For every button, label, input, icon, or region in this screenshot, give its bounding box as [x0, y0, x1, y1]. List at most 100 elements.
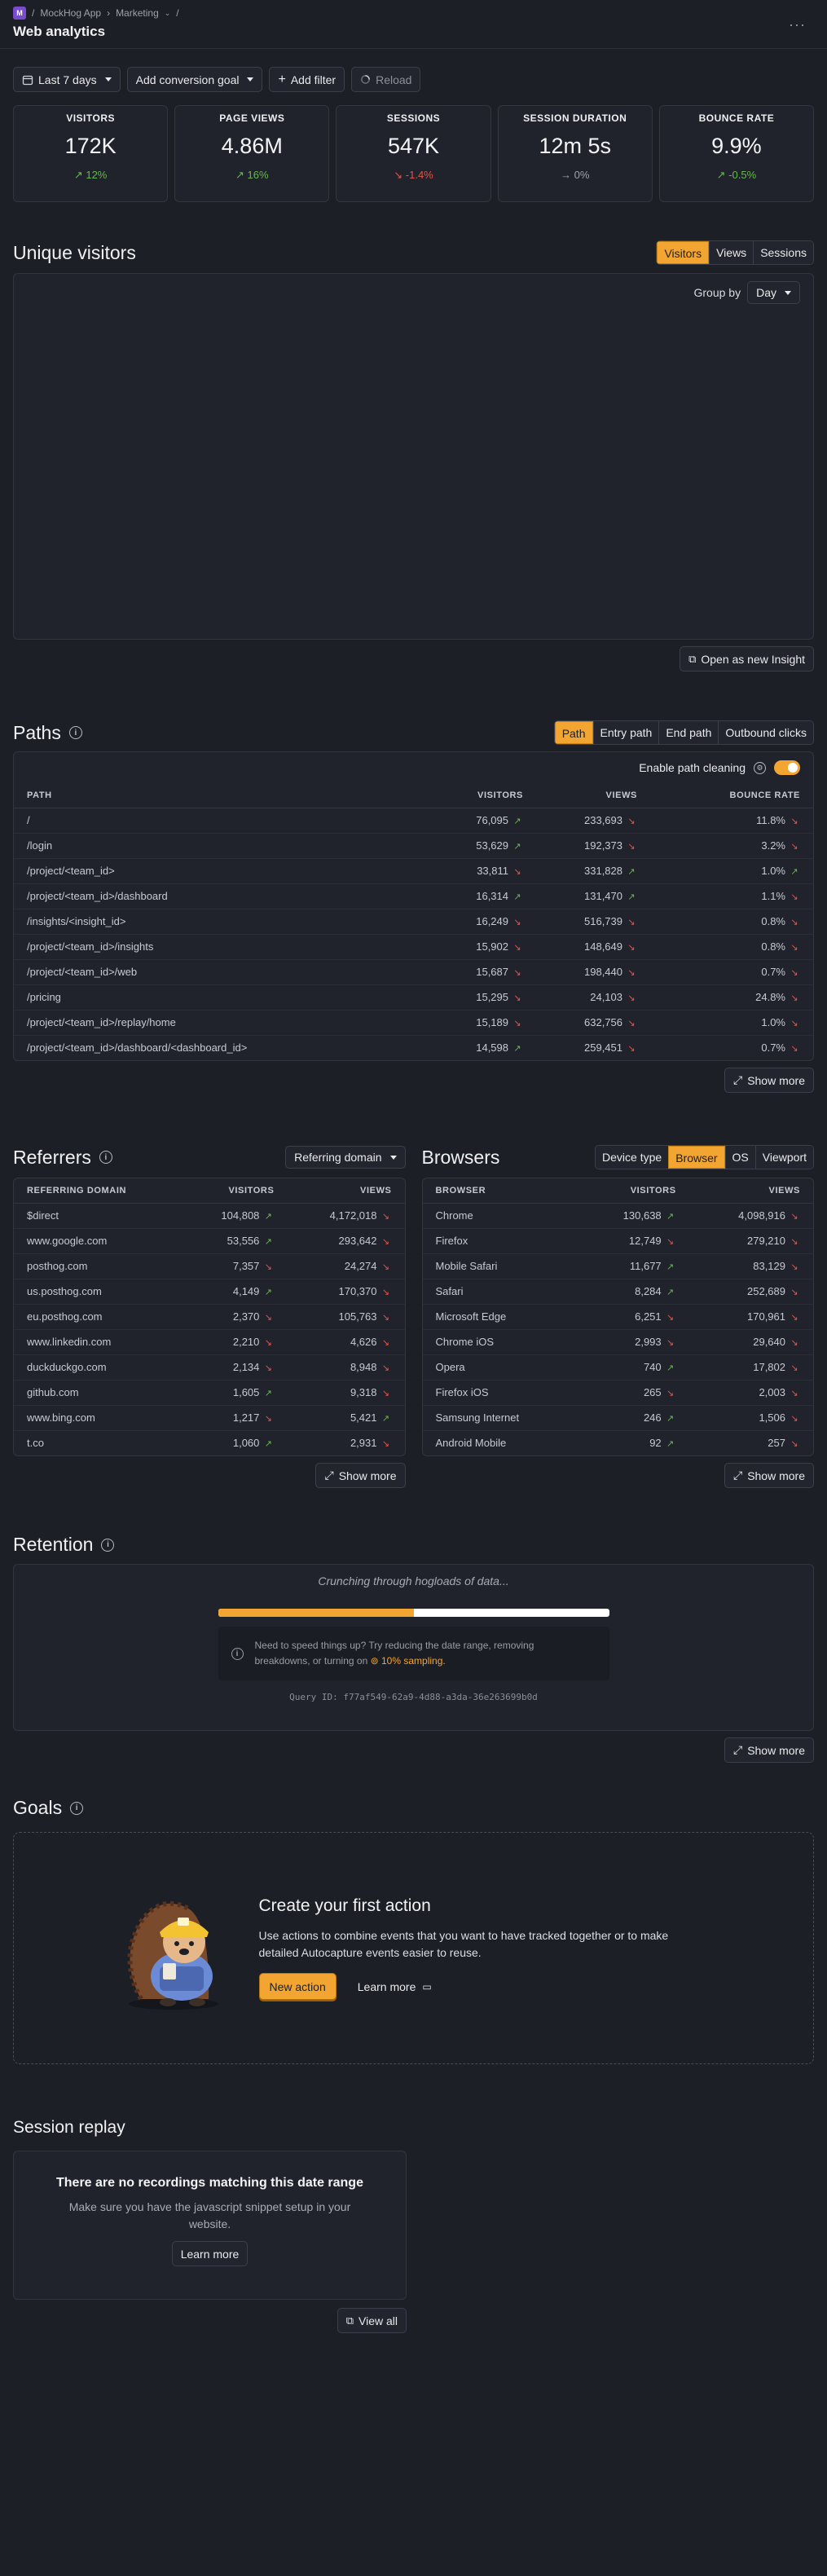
- reload-button[interactable]: Reload: [351, 67, 421, 92]
- table-row[interactable]: posthog.com 7,357 ↘ 24,274 ↘: [14, 1253, 405, 1279]
- name-cell[interactable]: eu.posthog.com: [14, 1304, 182, 1330]
- group-by-select[interactable]: Day: [747, 281, 800, 304]
- name-cell[interactable]: Mobile Safari: [422, 1253, 578, 1279]
- tab-os[interactable]: OS: [724, 1146, 755, 1169]
- info-icon[interactable]: i: [70, 1801, 84, 1815]
- chevron-down-icon[interactable]: ⌄: [165, 9, 171, 18]
- show-more-button[interactable]: ⤢ Show more: [724, 1068, 814, 1093]
- table-row[interactable]: /project/<team_id>/dashboard 16,314 ↗ 131,4…: [14, 883, 813, 909]
- table-row[interactable]: /pricing 15,295 ↘ 24,103 ↘ 24.8% ↘: [14, 984, 813, 1011]
- table-row[interactable]: /project/<team_id> 33,811 ↘ 331,828 ↗ 1.0% ↗: [14, 858, 813, 884]
- breadcrumb-app[interactable]: MockHog App: [40, 7, 101, 19]
- org-avatar[interactable]: M: [13, 7, 26, 20]
- path-cell[interactable]: /project/<team_id>: [14, 858, 422, 884]
- tab-sessions[interactable]: Sessions: [753, 241, 813, 264]
- table-row[interactable]: /project/<team_id>/dashboard/<dashboard_…: [14, 1035, 813, 1060]
- sampling-link[interactable]: 10% sampling.: [381, 1655, 446, 1667]
- name-cell[interactable]: www.google.com: [14, 1228, 182, 1254]
- table-row[interactable]: t.co 1,060 ↗ 2,931 ↘: [14, 1430, 405, 1455]
- tab-path[interactable]: Path: [554, 721, 593, 744]
- table-row[interactable]: /project/<team_id>/insights 15,902 ↘ 148,64…: [14, 934, 813, 960]
- table-row[interactable]: /project/<team_id>/replay/home 15,189 ↘ 632…: [14, 1010, 813, 1036]
- name-cell[interactable]: Safari: [422, 1279, 578, 1305]
- table-row[interactable]: eu.posthog.com 2,370 ↘ 105,763 ↘: [14, 1304, 405, 1330]
- table-row[interactable]: /project/<team_id>/web 15,687 ↘ 198,440 ↘ 0.7…: [14, 959, 813, 985]
- table-row[interactable]: Safari 8,284 ↗ 252,689 ↘: [422, 1279, 813, 1305]
- table-row[interactable]: Mobile Safari 11,677 ↗ 83,129 ↘: [422, 1253, 813, 1279]
- info-icon[interactable]: i: [101, 1538, 115, 1552]
- table-row[interactable]: Firefox 12,749 ↘ 279,210 ↘: [422, 1228, 813, 1254]
- column-header[interactable]: REFERRING DOMAIN: [14, 1178, 182, 1204]
- column-header[interactable]: BROWSER: [422, 1178, 578, 1204]
- tab-device-type[interactable]: Device type: [596, 1146, 669, 1169]
- table-row[interactable]: www.bing.com 1,217 ↘ 5,421 ↗: [14, 1405, 405, 1431]
- name-cell[interactable]: Firefox iOS: [422, 1380, 578, 1406]
- name-cell[interactable]: t.co: [14, 1430, 182, 1455]
- add-filter-button[interactable]: + Add filter: [269, 67, 345, 92]
- name-cell[interactable]: Microsoft Edge: [422, 1304, 578, 1330]
- kpi-card[interactable]: PAGE VIEWS 4.86M ↗ 16%: [174, 105, 330, 202]
- table-row[interactable]: duckduckgo.com 2,134 ↘ 8,948 ↘: [14, 1354, 405, 1380]
- name-cell[interactable]: Samsung Internet: [422, 1405, 578, 1431]
- path-cell[interactable]: /project/<team_id>/replay/home: [14, 1010, 422, 1036]
- name-cell[interactable]: us.posthog.com: [14, 1279, 182, 1305]
- table-row[interactable]: $direct 104,808 ↗ 4,172,018 ↘: [14, 1203, 405, 1229]
- table-row[interactable]: Microsoft Edge 6,251 ↘ 170,961 ↘: [422, 1304, 813, 1330]
- table-row[interactable]: us.posthog.com 4,149 ↗ 170,370 ↘: [14, 1279, 405, 1305]
- column-header[interactable]: VIEWS: [688, 1178, 813, 1204]
- tab-outbound-clicks[interactable]: Outbound clicks: [718, 721, 813, 744]
- name-cell[interactable]: Android Mobile: [423, 1430, 578, 1455]
- learn-more-button[interactable]: Learn more: [171, 2241, 249, 2266]
- path-cell[interactable]: /: [14, 808, 422, 834]
- info-icon[interactable]: i: [99, 1151, 112, 1164]
- open-insight-button[interactable]: ⧉ Open as new Insight: [680, 646, 814, 672]
- show-more-button[interactable]: ⤢ Show more: [724, 1737, 814, 1763]
- path-cell[interactable]: /project/<team_id>/dashboard/<dashboard_…: [14, 1035, 422, 1060]
- tab-views[interactable]: Views: [709, 241, 754, 264]
- name-cell[interactable]: Opera: [422, 1354, 578, 1380]
- name-cell[interactable]: Firefox: [422, 1228, 578, 1254]
- breadcrumb-project[interactable]: Marketing: [116, 7, 159, 19]
- more-options-icon[interactable]: ···: [789, 16, 806, 33]
- new-action-button[interactable]: New action: [258, 1973, 337, 2000]
- path-cell[interactable]: /project/<team_id>/dashboard: [14, 883, 422, 909]
- table-row[interactable]: /login 53,629 ↗ 192,373 ↘ 3.2% ↘: [14, 833, 813, 859]
- table-row[interactable]: www.linkedin.com 2,210 ↘ 4,626 ↘: [14, 1329, 405, 1355]
- view-all-button[interactable]: ⧉ View all: [337, 2308, 407, 2333]
- path-cell[interactable]: /project/<team_id>/web: [14, 959, 422, 985]
- column-header[interactable]: BOUNCE RATE: [650, 783, 813, 808]
- tab-entry-path[interactable]: Entry path: [592, 721, 659, 744]
- path-cell[interactable]: /login: [14, 833, 422, 859]
- show-more-button[interactable]: ⤢ Show more: [315, 1463, 406, 1488]
- column-header[interactable]: VIEWS: [287, 1178, 405, 1204]
- name-cell[interactable]: github.com: [14, 1380, 182, 1406]
- name-cell[interactable]: duckduckgo.com: [14, 1354, 182, 1380]
- path-cell[interactable]: /pricing: [14, 984, 422, 1011]
- column-header[interactable]: VISITORS: [577, 1178, 689, 1204]
- name-cell[interactable]: $direct: [14, 1203, 182, 1229]
- column-header[interactable]: VIEWS: [536, 783, 650, 808]
- table-row[interactable]: Samsung Internet 246 ↗ 1,506 ↘: [422, 1405, 813, 1431]
- name-cell[interactable]: Chrome iOS: [422, 1329, 578, 1355]
- table-row[interactable]: Firefox iOS 265 ↘ 2,003 ↘: [422, 1380, 813, 1406]
- table-row[interactable]: /insights/<insight_id> 16,249 ↘ 516,739 ↘ 0.8…: [14, 909, 813, 935]
- conversion-goal-button[interactable]: Add conversion goal: [126, 67, 263, 92]
- tab-end-path[interactable]: End path: [658, 721, 719, 744]
- table-row[interactable]: github.com 1,605 ↗ 9,318 ↘: [14, 1380, 405, 1406]
- column-header[interactable]: VISITORS: [181, 1178, 288, 1204]
- kpi-card[interactable]: SESSIONS 547K ↘ -1.4%: [336, 105, 491, 202]
- path-cell[interactable]: /insights/<insight_id>: [14, 909, 422, 935]
- column-header[interactable]: VISITORS: [422, 783, 536, 808]
- show-more-button[interactable]: ⤢ Show more: [724, 1463, 814, 1488]
- name-cell[interactable]: www.linkedin.com: [14, 1329, 182, 1355]
- tab-viewport[interactable]: Viewport: [754, 1146, 813, 1169]
- gear-icon[interactable]: ⚙: [754, 761, 766, 774]
- column-header[interactable]: PATH: [14, 783, 422, 808]
- table-row[interactable]: Android Mobile 92 ↗ 257 ↘: [423, 1430, 814, 1455]
- path-cell[interactable]: /project/<team_id>/insights: [14, 934, 422, 960]
- learn-more-link[interactable]: Learn more ▭: [358, 1980, 432, 1993]
- table-row[interactable]: Opera 740 ↗ 17,802 ↘: [422, 1354, 813, 1380]
- referrer-type-select[interactable]: Referring domain: [285, 1146, 406, 1169]
- table-row[interactable]: www.google.com 53,556 ↗ 293,642 ↘: [14, 1228, 405, 1254]
- name-cell[interactable]: posthog.com: [14, 1253, 182, 1279]
